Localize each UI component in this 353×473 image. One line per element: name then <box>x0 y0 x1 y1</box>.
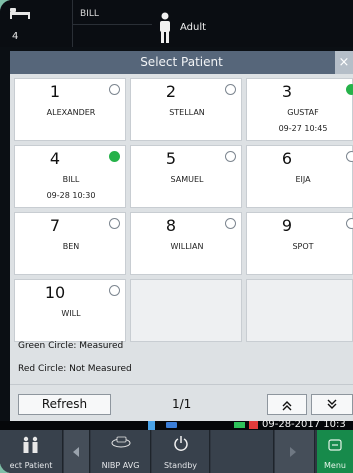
patient-cell-8[interactable]: 8 WILLIAN <box>130 212 242 275</box>
status-circle-icon <box>109 218 120 229</box>
patient-cell-5[interactable]: 5 SAMUEL <box>130 145 242 208</box>
divider <box>10 384 353 385</box>
monitor-screen: 4 BILL Adult Select Patient × 1 ALEXANDE… <box>0 0 353 473</box>
status-circle-icon <box>109 285 120 296</box>
menu-icon <box>328 439 342 451</box>
patient-name: WILL <box>61 309 81 318</box>
measure-time: 09-28 10:30 <box>46 191 96 200</box>
select-patient-label: ect Patient <box>9 461 53 470</box>
patient-name: BEN <box>62 242 80 251</box>
patient-number: 4 <box>49 149 61 168</box>
legend-not-measured: Red Circle: Not Measured <box>18 364 132 374</box>
nibp-avg-label: NIBP AVG <box>101 461 140 470</box>
menu-label: Menu <box>324 461 346 470</box>
dialog-title: Select Patient <box>10 51 353 74</box>
menu-button[interactable]: Menu <box>317 430 353 473</box>
status-circle-icon <box>225 218 236 229</box>
select-patient-button[interactable]: ect Patient <box>0 430 63 473</box>
empty-cell <box>130 279 242 342</box>
adult-person-icon <box>160 12 170 43</box>
bottom-menu-bar: ect Patient NIBP AVG Standby Menu <box>0 430 353 473</box>
empty-menu-slot <box>211 430 274 473</box>
patient-name: STELLAN <box>169 108 205 117</box>
patient-number: 8 <box>165 216 177 235</box>
battery-icon <box>166 422 177 428</box>
divider <box>72 24 152 25</box>
scroll-left-button[interactable] <box>64 430 90 473</box>
patient-number: 9 <box>281 216 293 235</box>
nibp-avg-button[interactable]: NIBP AVG <box>91 430 151 473</box>
patient-name: SPOT <box>292 242 314 251</box>
patient-cell-3[interactable]: 3 GUSTAF 09-27 10:45 <box>246 78 353 141</box>
patient-cell-10[interactable]: 10 WILL <box>14 279 126 342</box>
patient-cell-7[interactable]: 7 BEN <box>14 212 126 275</box>
page-up-button[interactable] <box>267 394 307 415</box>
patient-number: 5 <box>165 149 177 168</box>
bed-number: 4 <box>12 31 19 42</box>
select-patient-dialog: Select Patient × 1 ALEXANDER 2 STELLAN 3… <box>10 51 353 421</box>
patient-name: GUSTAF <box>287 108 319 117</box>
nibp-cuff-icon <box>111 436 131 448</box>
patient-type: Adult <box>180 22 207 33</box>
page-indicator: 1/1 <box>172 397 192 411</box>
patient-cell-9[interactable]: 9 SPOT <box>246 212 353 275</box>
date-time: 09-28-2017 10:3 <box>262 419 346 430</box>
patient-number: 10 <box>44 283 66 302</box>
power-icon <box>174 436 188 451</box>
arrow-left-icon <box>73 447 79 457</box>
measured-circle-icon <box>109 151 120 162</box>
patient-number: 1 <box>49 82 61 101</box>
patient-grid: 1 ALEXANDER 2 STELLAN 3 GUSTAF 09-27 10:… <box>14 78 353 344</box>
double-chevron-up-icon <box>282 401 292 411</box>
standby-label: Standby <box>163 461 198 470</box>
scroll-right-button[interactable] <box>275 430 315 473</box>
close-button[interactable]: × <box>335 51 353 74</box>
patient-name: BILL <box>62 175 80 184</box>
double-chevron-down-icon <box>327 399 337 409</box>
patient-name: ALEXANDER <box>46 108 96 117</box>
patient-number: 3 <box>281 82 293 101</box>
patient-name: SAMUEL <box>170 175 204 184</box>
standby-button[interactable]: Standby <box>152 430 210 473</box>
patients-icon <box>23 436 38 453</box>
patient-number: 7 <box>49 216 61 235</box>
empty-cell <box>246 279 353 342</box>
document-icon <box>148 421 155 430</box>
patient-cell-4[interactable]: 4 BILL 09-28 10:30 <box>14 145 126 208</box>
refresh-button[interactable]: Refresh <box>18 394 111 415</box>
status-circle-icon <box>225 84 236 95</box>
patient-cell-2[interactable]: 2 STELLAN <box>130 78 242 141</box>
patient-name: EIJA <box>295 175 311 184</box>
measure-time: 09-27 10:45 <box>278 124 328 133</box>
alarm-off-icon <box>249 421 258 429</box>
page-down-button[interactable] <box>311 394 353 415</box>
legend-measured: Green Circle: Measured <box>18 341 124 351</box>
measured-circle-icon <box>346 84 353 95</box>
patient-cell-1[interactable]: 1 ALEXANDER <box>14 78 126 141</box>
patient-number: 6 <box>281 149 293 168</box>
arrow-right-icon <box>290 447 296 457</box>
system-status-strip: 09-28-2017 10:3 <box>0 419 353 430</box>
patient-info-bar: 4 BILL Adult <box>0 0 353 47</box>
status-circle-icon <box>346 218 353 229</box>
patient-name: WILLIAN <box>170 242 204 251</box>
network-icon <box>234 422 245 428</box>
patient-name: BILL <box>80 9 99 19</box>
patient-cell-6[interactable]: 6 EIJA <box>246 145 353 208</box>
status-circle-icon <box>109 84 120 95</box>
patient-number: 2 <box>165 82 177 101</box>
bed-icon <box>10 8 30 19</box>
status-circle-icon <box>225 151 236 162</box>
status-circle-icon <box>346 151 353 162</box>
